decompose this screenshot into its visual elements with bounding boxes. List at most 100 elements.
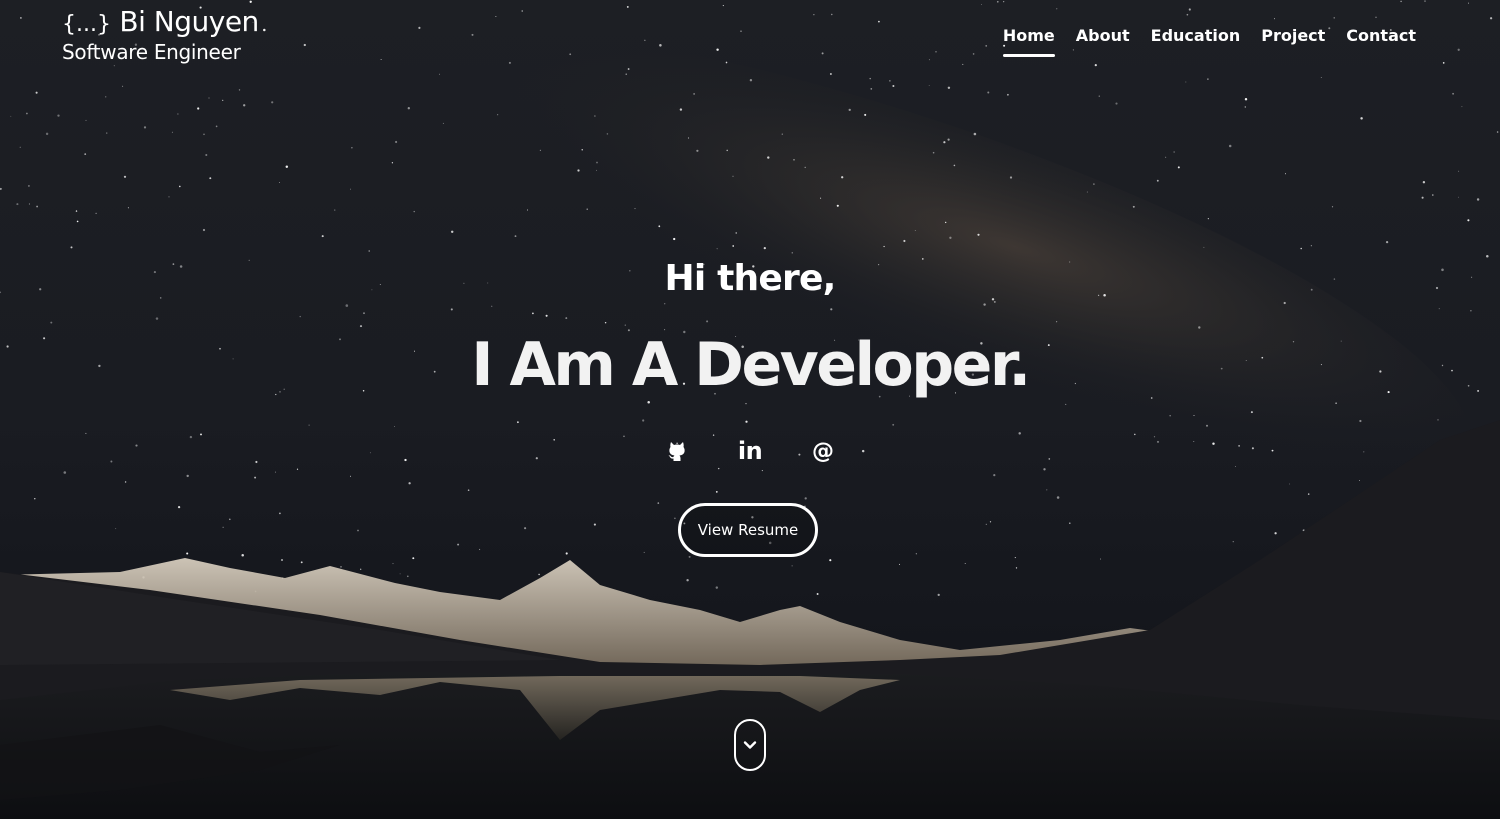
linkedin-icon[interactable]: in: [736, 434, 764, 468]
star: [1457, 196, 1459, 198]
star: [1206, 424, 1208, 427]
star: [1333, 17, 1335, 19]
star: [715, 586, 719, 589]
star: [791, 252, 793, 254]
star: [471, 33, 474, 36]
star: [1173, 151, 1175, 153]
star: [197, 107, 200, 110]
star: [767, 156, 770, 159]
star: [413, 210, 415, 213]
star: [76, 220, 79, 223]
star: [1098, 95, 1100, 97]
nav-item-project[interactable]: Project: [1261, 26, 1325, 57]
star: [1232, 541, 1234, 543]
star: [179, 185, 181, 188]
star: [308, 424, 310, 426]
star: [735, 232, 737, 234]
star: [1014, 557, 1016, 559]
star: [749, 79, 753, 82]
star: [624, 324, 626, 326]
star: [479, 548, 481, 551]
star: [791, 565, 793, 567]
star: [63, 471, 67, 474]
star: [716, 248, 718, 250]
hero-greeting: Hi there,: [664, 258, 837, 299]
star: [1359, 480, 1360, 481]
star: [1274, 532, 1277, 535]
star: [442, 122, 444, 124]
star: [664, 303, 666, 305]
star: [408, 482, 411, 485]
star: [745, 420, 748, 423]
star: [763, 246, 766, 250]
star: [203, 133, 205, 136]
github-icon[interactable]: [664, 434, 690, 468]
star: [1003, 1, 1005, 3]
star: [993, 300, 996, 303]
star: [85, 432, 87, 434]
star: [1432, 194, 1434, 196]
star: [1207, 78, 1209, 80]
view-resume-button[interactable]: View Resume: [678, 503, 818, 557]
star: [593, 523, 596, 526]
star: [85, 119, 87, 121]
brand-braces: {...}: [62, 12, 111, 37]
star: [1244, 106, 1247, 108]
nav-item-education[interactable]: Education: [1151, 26, 1241, 57]
star: [171, 131, 173, 133]
star: [28, 203, 30, 205]
star: [829, 559, 832, 562]
star: [1300, 247, 1302, 250]
star: [935, 51, 937, 53]
star: [848, 108, 851, 112]
nav-item-about[interactable]: About: [1076, 26, 1130, 57]
star: [983, 303, 986, 306]
star: [527, 209, 528, 211]
star: [20, 17, 22, 19]
star: [340, 566, 342, 568]
star: [831, 13, 833, 16]
star: [1244, 98, 1248, 101]
star: [392, 563, 394, 565]
nav-item-contact[interactable]: Contact: [1346, 26, 1416, 57]
star: [1043, 468, 1046, 471]
star: [279, 181, 280, 183]
star: [1046, 489, 1048, 491]
star: [634, 208, 636, 210]
star: [716, 48, 719, 51]
email-icon[interactable]: @: [809, 434, 837, 468]
star: [1468, 2, 1469, 4]
brand[interactable]: {...} Bi Nguyen Software Engineer: [62, 8, 259, 63]
star: [334, 209, 336, 211]
star: [349, 188, 352, 190]
star: [399, 573, 401, 575]
star: [209, 177, 212, 180]
star: [391, 162, 394, 164]
star: [127, 207, 129, 209]
star: [418, 26, 421, 29]
star: [535, 457, 538, 460]
star: [627, 68, 630, 70]
star: [642, 419, 645, 422]
star: [993, 474, 996, 477]
star: [1203, 246, 1205, 248]
star: [878, 20, 880, 23]
star: [186, 474, 189, 478]
star: [202, 228, 206, 232]
star: [1363, 451, 1365, 453]
star: [658, 225, 661, 228]
star: [1165, 156, 1167, 158]
star: [1007, 93, 1009, 96]
star: [1360, 117, 1363, 120]
nav-item-home[interactable]: Home: [1002, 26, 1055, 57]
star: [177, 505, 181, 509]
star: [586, 208, 588, 210]
star: [889, 80, 891, 82]
scroll-down-button[interactable]: [734, 719, 766, 771]
star: [1320, 77, 1322, 78]
star: [1015, 567, 1018, 569]
star: [404, 458, 407, 462]
star: [1009, 176, 1013, 179]
star: [497, 114, 499, 116]
star: [271, 101, 274, 104]
